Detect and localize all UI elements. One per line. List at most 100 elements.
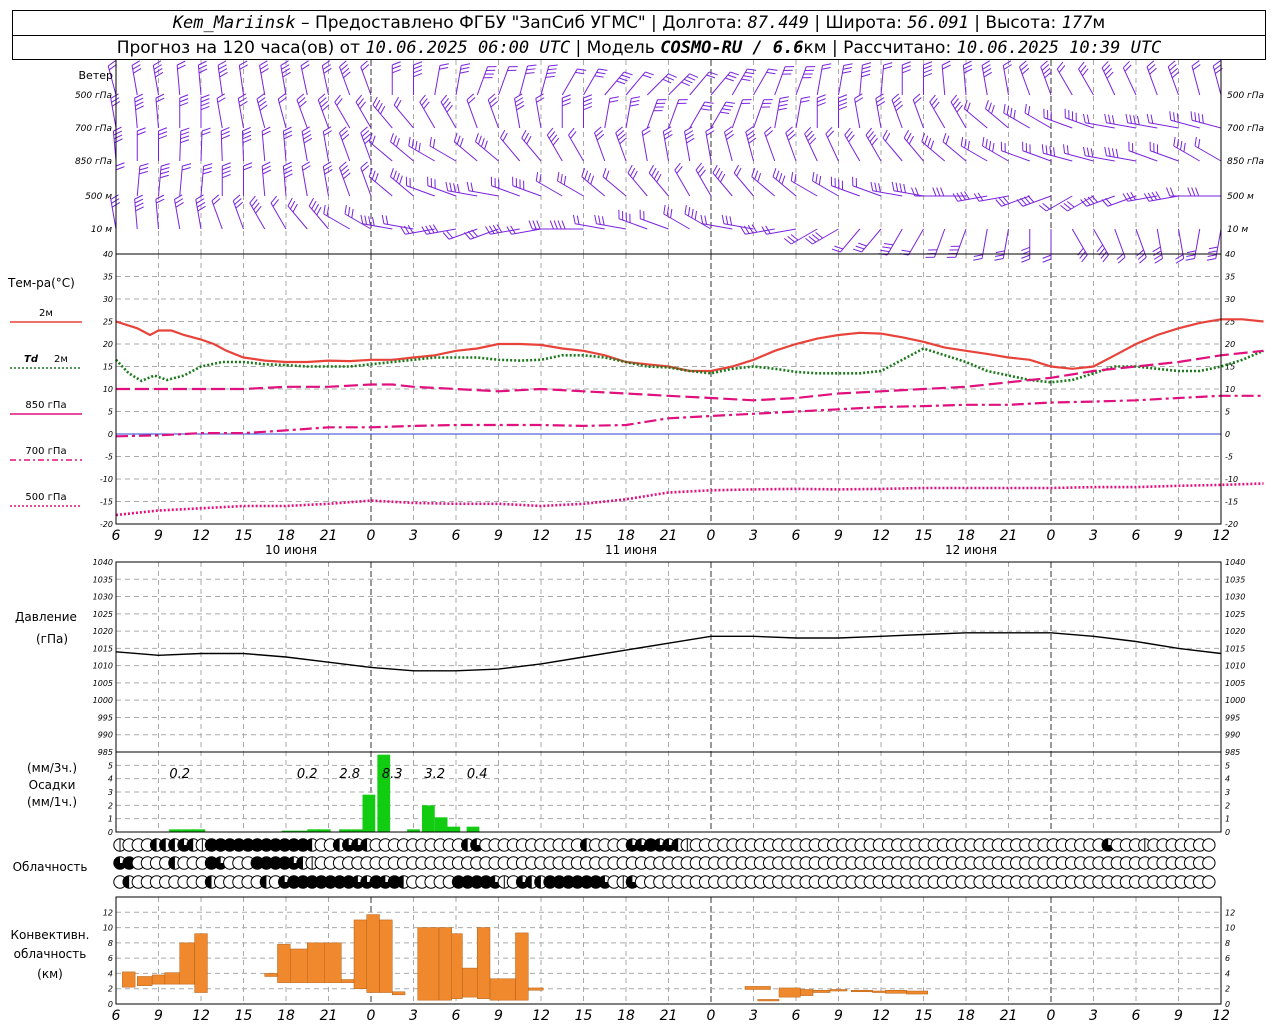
wind-barb-feather bbox=[159, 174, 169, 179]
conv-bar bbox=[812, 989, 831, 993]
temp-ytick-left: 40 bbox=[103, 250, 113, 259]
wind-barb-feather bbox=[153, 64, 162, 70]
wind-barb-feather bbox=[1053, 147, 1056, 157]
wind-barb bbox=[825, 126, 839, 162]
wind-barb-feather bbox=[583, 94, 593, 99]
wind-barb-feather bbox=[1149, 67, 1157, 75]
wind-barb-feather bbox=[340, 130, 348, 137]
wind-barb-feather bbox=[822, 63, 832, 66]
wind-barb-feather bbox=[135, 105, 144, 111]
wind-barb-feather bbox=[283, 126, 292, 132]
wind-barb-shaft bbox=[155, 98, 159, 129]
wind-barb-feather bbox=[720, 173, 726, 183]
wind-barb-feather bbox=[721, 214, 725, 224]
press-ytick-left: 1020 bbox=[93, 627, 113, 636]
wind-barb-feather bbox=[838, 105, 848, 111]
wind-barb bbox=[880, 62, 893, 96]
wind-barb-shaft bbox=[604, 98, 611, 129]
wind-barb-feather bbox=[1198, 113, 1201, 123]
wind-barb-feather bbox=[694, 210, 698, 220]
wind-barb bbox=[421, 224, 457, 235]
wind-barb-feather bbox=[775, 170, 780, 180]
wind-barb bbox=[615, 126, 627, 162]
wind-barb bbox=[176, 60, 186, 96]
wind-barb-feather bbox=[1024, 104, 1027, 114]
wind-barb-feather bbox=[642, 74, 652, 79]
wind-barb bbox=[360, 161, 372, 197]
wind-barb-feather bbox=[528, 220, 533, 230]
wind-barb-feather bbox=[619, 137, 627, 145]
wind-barb bbox=[785, 126, 797, 162]
wind-barb bbox=[1167, 60, 1180, 96]
conv-bar bbox=[353, 919, 367, 989]
wind-barb-feather bbox=[234, 198, 242, 205]
wind-barb-shaft bbox=[344, 213, 372, 230]
wind-barb-shaft bbox=[674, 169, 691, 197]
wind-barb-shaft bbox=[921, 141, 946, 162]
wind-barb bbox=[982, 137, 1009, 162]
legend-850: 850 гПа bbox=[25, 400, 66, 411]
wind-barb-feather bbox=[598, 68, 608, 71]
wind-barb bbox=[221, 162, 231, 196]
wind-barb-feather bbox=[831, 248, 841, 253]
wind-barb-shaft bbox=[942, 141, 967, 162]
temp-ytick-right: 10 bbox=[1225, 385, 1235, 394]
wind-barb-feather bbox=[115, 166, 125, 171]
wind-barb-feather bbox=[260, 68, 269, 74]
wind-barb-feather bbox=[1208, 250, 1218, 254]
wind-barb-feather bbox=[1078, 61, 1085, 70]
wind-barb-feather bbox=[656, 173, 662, 183]
wind-barb-feather bbox=[1102, 254, 1109, 263]
wind-barb-feather bbox=[440, 94, 448, 103]
wind-barb-feather bbox=[801, 96, 811, 99]
wind-barb bbox=[745, 126, 757, 162]
wind-barb-feather bbox=[283, 134, 293, 140]
wind-barb-feather bbox=[903, 129, 909, 139]
wind-barb-feather bbox=[221, 127, 230, 132]
wind-barb-shaft bbox=[985, 108, 1009, 129]
wind-level-label-right: 500 м bbox=[1227, 192, 1254, 202]
wind-barb bbox=[301, 126, 313, 162]
conv-bar bbox=[757, 999, 780, 1002]
wind-barb-feather bbox=[1150, 114, 1154, 124]
wind-barb-shaft bbox=[764, 132, 776, 162]
wind-barb bbox=[1187, 187, 1221, 197]
wind-barb-feather bbox=[751, 224, 758, 233]
wind-barb-feather bbox=[341, 168, 350, 176]
wind-barb-feather bbox=[1191, 187, 1196, 197]
wind-barb bbox=[256, 93, 268, 129]
wind-barb-feather bbox=[111, 97, 120, 103]
wind-barb-feather bbox=[553, 220, 558, 230]
wind-barb-feather bbox=[745, 71, 755, 75]
wind-barb-feather bbox=[456, 135, 461, 145]
precip-ytick-right: 2 bbox=[1225, 801, 1230, 810]
wind-barb-feather bbox=[1153, 254, 1163, 260]
temp-ytick-right: 35 bbox=[1225, 273, 1235, 282]
wind-barb-shaft bbox=[753, 68, 769, 96]
wind-barb-feather bbox=[460, 67, 470, 70]
wind-barb-feather bbox=[211, 194, 220, 202]
wind-barb-shaft bbox=[618, 218, 648, 230]
wind-barb bbox=[115, 162, 125, 196]
wind-barb bbox=[368, 168, 393, 197]
wind-barb-feather bbox=[631, 96, 641, 99]
wind-barb-feather bbox=[663, 130, 672, 136]
conv-bar bbox=[164, 972, 180, 985]
conv-xtick: 15 bbox=[235, 1008, 253, 1024]
wind-barb-feather bbox=[132, 64, 141, 70]
wind-barb bbox=[963, 100, 988, 129]
wind-barb-feather bbox=[262, 130, 271, 136]
conv-xtick: 6 bbox=[1132, 1008, 1141, 1024]
wind-barb-shaft bbox=[512, 185, 542, 197]
wind-barb-feather bbox=[1175, 258, 1184, 264]
wind-barb bbox=[695, 162, 712, 197]
wind-barb-shaft bbox=[270, 202, 287, 230]
wind-barb-feather bbox=[1183, 142, 1186, 152]
wind-barb-feather bbox=[281, 64, 290, 70]
wind-barb-feather bbox=[596, 71, 606, 75]
wind-barb-shaft bbox=[277, 98, 287, 129]
wind-barb-feather bbox=[359, 101, 366, 110]
wind-barb-shaft bbox=[360, 66, 372, 96]
wind-barb-feather bbox=[1207, 254, 1217, 257]
temp-xtick: 9 bbox=[1174, 528, 1183, 544]
